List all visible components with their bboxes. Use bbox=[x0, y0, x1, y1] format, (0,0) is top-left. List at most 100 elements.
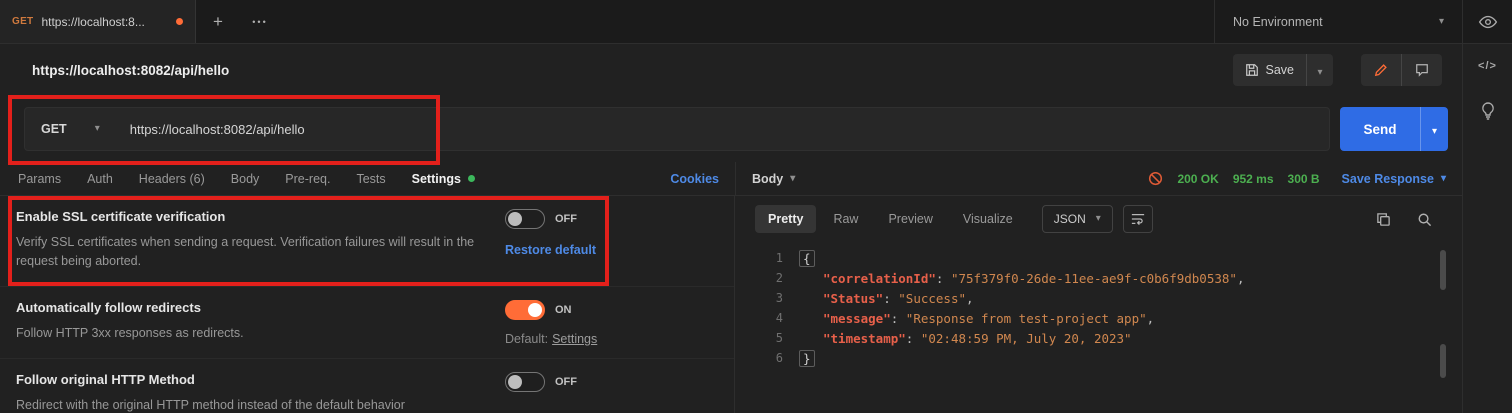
line-number: 2 bbox=[775, 271, 783, 285]
json-separator: : bbox=[890, 310, 906, 326]
line-number: 1 bbox=[775, 251, 783, 265]
response-panel: Pretty Raw Preview Visualize JSON ▾ 1 {… bbox=[735, 196, 1462, 413]
tab-prerequest[interactable]: Pre-req. bbox=[285, 172, 330, 186]
wrap-lines-button[interactable] bbox=[1122, 205, 1153, 233]
response-time[interactable]: 952 ms bbox=[1233, 172, 1274, 186]
tab-strip: Params Auth Headers (6) Body Pre-req. Te… bbox=[0, 162, 1462, 196]
environment-selector[interactable]: No Environment ▾ bbox=[1214, 0, 1462, 43]
toggle-knob bbox=[528, 303, 542, 317]
copy-response-button[interactable] bbox=[1376, 212, 1391, 227]
format-dropdown[interactable]: JSON ▾ bbox=[1041, 205, 1113, 233]
url-bar: GET ▾ https://localhost:8082/api/hello bbox=[24, 107, 1330, 151]
request-tab-method: GET bbox=[12, 16, 34, 27]
view-tab-preview[interactable]: Preview bbox=[875, 205, 945, 233]
tab-auth[interactable]: Auth bbox=[87, 172, 113, 186]
more-options-icon[interactable]: ••• bbox=[240, 17, 280, 27]
search-response-button[interactable] bbox=[1417, 212, 1432, 227]
format-label: JSON bbox=[1053, 212, 1086, 226]
view-tab-raw[interactable]: Raw bbox=[820, 205, 871, 233]
request-title: https://localhost:8082/api/hello bbox=[32, 62, 230, 78]
new-tab-button[interactable]: + bbox=[196, 12, 240, 32]
response-body-label: Body bbox=[752, 171, 784, 186]
response-body-viewer[interactable]: 1 { 2 "correlationId": "75f379f0-26de-11… bbox=[735, 242, 1462, 413]
tab-params[interactable]: Params bbox=[18, 172, 61, 186]
postman-window: GET https://localhost:8... + ••• No Envi… bbox=[0, 0, 1512, 413]
view-tab-pretty[interactable]: Pretty bbox=[755, 205, 817, 233]
follow-original-method-toggle[interactable] bbox=[505, 372, 545, 392]
url-input[interactable]: https://localhost:8082/api/hello bbox=[130, 122, 305, 137]
default-prefix: Default: bbox=[505, 332, 549, 346]
tab-headers[interactable]: Headers (6) bbox=[139, 172, 205, 186]
edit-button-group bbox=[1361, 54, 1442, 86]
follow-redirects-toggle[interactable] bbox=[505, 300, 545, 320]
response-status[interactable]: 200 OK bbox=[1177, 172, 1218, 186]
chevron-down-icon: ▾ bbox=[1317, 66, 1323, 78]
setting-control: OFF bbox=[505, 372, 577, 392]
pencil-icon bbox=[1374, 64, 1387, 77]
json-key: "timestamp" bbox=[823, 330, 906, 346]
scrollbar-thumb[interactable] bbox=[1440, 250, 1446, 290]
chevron-down-icon: ▾ bbox=[1095, 213, 1101, 224]
code-snippet-icon[interactable]: </> bbox=[1478, 60, 1497, 72]
setting-description: Redirect with the original HTTP method i… bbox=[16, 398, 405, 412]
rename-button[interactable] bbox=[1361, 54, 1401, 86]
code-line: 5 "timestamp": "02:48:59 PM, July 20, 20… bbox=[735, 328, 1462, 348]
url-bar-row: GET ▾ https://localhost:8082/api/hello S… bbox=[0, 96, 1462, 162]
save-button[interactable]: Save bbox=[1233, 54, 1307, 86]
setting-control: ON bbox=[505, 300, 572, 320]
toggle-state-label: OFF bbox=[555, 213, 577, 225]
request-tab[interactable]: GET https://localhost:8... bbox=[0, 0, 196, 43]
comments-button[interactable] bbox=[1402, 54, 1442, 86]
eye-icon bbox=[1478, 15, 1497, 28]
response-body-dropdown[interactable]: Body ▾ bbox=[752, 172, 795, 186]
ssl-warning-icon[interactable] bbox=[1148, 171, 1163, 186]
chevron-down-icon: ▾ bbox=[1431, 125, 1438, 137]
save-options-button[interactable]: ▾ bbox=[1307, 54, 1333, 86]
open-brace: { bbox=[799, 249, 815, 267]
close-brace: } bbox=[799, 349, 815, 367]
send-options-button[interactable]: ▾ bbox=[1420, 107, 1448, 151]
default-settings-link[interactable]: Settings bbox=[552, 332, 597, 346]
send-button-group: Send ▾ bbox=[1340, 107, 1448, 151]
json-key: "message" bbox=[823, 310, 891, 326]
setting-title: Enable SSL certificate verification bbox=[16, 209, 226, 224]
line-number: 6 bbox=[775, 351, 783, 365]
save-response-label: Save Response bbox=[1341, 171, 1434, 186]
json-comma: , bbox=[1236, 270, 1245, 286]
restore-default-link[interactable]: Restore default bbox=[505, 243, 596, 257]
json-separator: : bbox=[883, 290, 899, 306]
setting-description: Verify SSL certificates when sending a r… bbox=[16, 235, 475, 268]
environment-quick-look-button[interactable] bbox=[1462, 0, 1512, 43]
method-select[interactable]: GET ▾ bbox=[25, 108, 116, 150]
search-icon bbox=[1418, 213, 1432, 226]
json-separator: : bbox=[905, 330, 921, 346]
json-value: "Success" bbox=[898, 290, 967, 306]
send-button[interactable]: Send bbox=[1340, 107, 1420, 151]
ssl-verification-toggle[interactable] bbox=[505, 209, 545, 229]
tab-tests[interactable]: Tests bbox=[356, 172, 385, 186]
lightbulb-icon[interactable] bbox=[1480, 102, 1496, 120]
cookies-link[interactable]: Cookies bbox=[670, 172, 719, 186]
save-label: Save bbox=[1265, 63, 1295, 77]
code-line: 1 { bbox=[735, 248, 1462, 268]
chevron-down-icon: ▾ bbox=[94, 123, 100, 134]
line-number: 5 bbox=[775, 331, 783, 345]
content-area: Enable SSL certificate verification Veri… bbox=[0, 196, 1462, 413]
view-tab-visualize[interactable]: Visualize bbox=[950, 205, 1026, 233]
save-response-button[interactable]: Save Response ▾ bbox=[1342, 172, 1446, 186]
tab-settings[interactable]: Settings bbox=[412, 172, 475, 186]
json-comma: , bbox=[966, 290, 974, 306]
scrollbar-thumb[interactable] bbox=[1440, 344, 1446, 378]
tab-settings-label: Settings bbox=[411, 171, 461, 186]
response-size[interactable]: 300 B bbox=[1288, 172, 1320, 186]
line-number: 3 bbox=[775, 291, 783, 305]
json-separator: : bbox=[935, 270, 951, 286]
settings-panel: Enable SSL certificate verification Veri… bbox=[0, 196, 735, 413]
chevron-down-icon: ▾ bbox=[790, 172, 796, 184]
json-value: "75f379f0-26de-11ee-ae9f-c0b6f9db0538" bbox=[950, 270, 1237, 286]
response-header: Body ▾ 200 OK 952 ms 300 B Save Response… bbox=[735, 162, 1462, 195]
tab-body[interactable]: Body bbox=[231, 172, 260, 186]
save-icon bbox=[1245, 64, 1258, 76]
json-key: "Status" bbox=[823, 290, 884, 306]
environment-label: No Environment bbox=[1233, 14, 1323, 29]
